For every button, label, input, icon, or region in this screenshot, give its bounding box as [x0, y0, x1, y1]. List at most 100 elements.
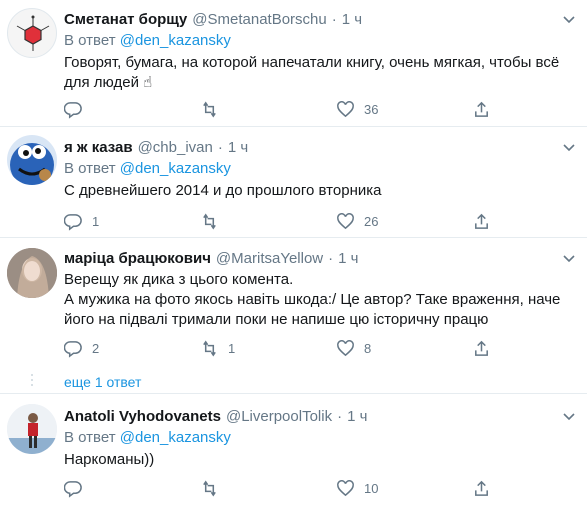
tweet-actions: 10 [64, 478, 504, 498]
user-handle[interactable]: @SmetanatBorschu [192, 11, 326, 28]
tweet-text-line: його на підвалі тримали поки не напише ц… [64, 311, 489, 328]
avatar[interactable] [7, 8, 57, 58]
retweet-button[interactable]: 1 [200, 338, 235, 358]
show-more-replies[interactable]: еще 1 ответ [0, 372, 587, 394]
tweet-header: Сметанат борщу @SmetanatBorschu · 1 ч [64, 9, 577, 29]
tweet-text-line: А мужика на фото якось навіть шкода:/ Це… [64, 291, 561, 308]
timestamp[interactable]: 1 ч [338, 250, 358, 267]
chevron-down-icon[interactable] [561, 408, 577, 424]
heart-icon [337, 339, 354, 356]
reply-icon [64, 213, 82, 231]
retweet-icon [203, 339, 216, 357]
like-count: 36 [364, 101, 379, 117]
tweet-actions: 2 1 8 [64, 338, 504, 358]
mention-link[interactable]: @den_kazansky [120, 160, 231, 177]
like-button[interactable]: 8 [336, 338, 371, 358]
timestamp[interactable]: 1 ч [342, 11, 362, 28]
share-icon [475, 101, 488, 117]
like-button[interactable]: 10 [336, 478, 378, 498]
share-button[interactable] [472, 211, 491, 231]
user-handle[interactable]: @LiverpoolTolik [226, 408, 332, 425]
separator: · [328, 249, 334, 267]
tweet[interactable]: я ж казав @chb_ivan · 1 ч В ответ @den_k… [0, 127, 587, 238]
avatar[interactable] [7, 135, 57, 185]
reply-button[interactable]: 1 [64, 211, 99, 231]
timestamp[interactable]: 1 ч [347, 408, 367, 425]
tweet-actions: 36 [64, 99, 504, 119]
user-handle[interactable]: @chb_ivan [138, 139, 213, 156]
reply-button[interactable] [64, 478, 92, 498]
user-photo-avatar-icon [7, 404, 57, 454]
retweet-icon [203, 100, 216, 118]
separator: · [217, 138, 223, 156]
reply-context: В ответ @den_kazansky [64, 428, 577, 448]
tweet-text: Говорят, бумага, на которой напечатали к… [64, 53, 577, 93]
tweet-text-line: Говорят, бумага, на которой напечатали к… [64, 54, 560, 71]
display-name[interactable]: Сметанат борщу [64, 11, 187, 28]
molecule-logo-icon [16, 15, 50, 51]
reply-count: 2 [92, 340, 100, 356]
tweet-text-line: Наркоманы)) [64, 451, 155, 468]
display-name[interactable]: Anatoli Vyhodovanets [64, 408, 221, 425]
reply-icon [64, 340, 82, 358]
share-icon [475, 213, 488, 229]
like-count: 10 [364, 480, 379, 496]
tweet-text-line: Верещу як дика з цього комента. [64, 271, 294, 288]
tweet-text: Верещу як дика з цього комента. А мужика… [64, 270, 577, 330]
tweet[interactable]: Anatoli Vyhodovanets @LiverpoolTolik · 1… [0, 394, 587, 511]
separator: · [331, 10, 337, 28]
like-count: 26 [364, 213, 379, 229]
cookie-monster-avatar-icon [10, 143, 54, 185]
share-button[interactable] [472, 99, 491, 119]
chevron-down-icon[interactable] [561, 250, 577, 266]
chevron-down-icon[interactable] [561, 11, 577, 27]
thread-dots [30, 374, 34, 389]
retweet-icon [203, 479, 216, 497]
reply-context: В ответ @den_kazansky [64, 159, 577, 179]
chevron-down-icon[interactable] [561, 139, 577, 155]
mention-link[interactable]: @den_kazansky [120, 429, 231, 446]
reply-icon [64, 101, 82, 119]
tweet-text: Наркоманы)) [64, 450, 577, 470]
tweet[interactable]: маріца брацюкович @MaritsaYellow · 1 ч В… [0, 238, 587, 372]
user-handle[interactable]: @MaritsaYellow [216, 250, 323, 267]
show-more-link[interactable]: еще 1 ответ [64, 374, 141, 390]
like-button[interactable]: 26 [336, 211, 378, 231]
retweet-button[interactable] [200, 211, 228, 231]
share-icon [475, 340, 488, 356]
heart-icon [337, 212, 354, 229]
tweet-header: Anatoli Vyhodovanets @LiverpoolTolik · 1… [64, 406, 577, 426]
avatar[interactable] [7, 404, 57, 454]
avatar[interactable] [7, 248, 57, 298]
heart-icon [337, 100, 354, 117]
tweet-text: С древнейшего 2014 и до прошлого вторник… [64, 181, 577, 201]
tweet-actions: 1 26 [64, 211, 504, 231]
reply-context: В ответ @den_kazansky [64, 31, 577, 51]
retweet-icon [203, 212, 216, 230]
retweet-button[interactable] [200, 478, 228, 498]
reply-prefix: В ответ [64, 429, 116, 446]
share-button[interactable] [472, 338, 491, 358]
timestamp[interactable]: 1 ч [228, 139, 248, 156]
tweet-text-line: С древнейшего 2014 и до прошлого вторник… [64, 182, 382, 199]
tweet[interactable]: Сметанат борщу @SmetanatBorschu · 1 ч В … [0, 0, 587, 127]
retweet-count: 1 [228, 340, 236, 356]
like-count: 8 [364, 340, 372, 356]
reply-button[interactable]: 2 [64, 338, 99, 358]
reply-count: 1 [92, 213, 100, 229]
reply-prefix: В ответ [64, 32, 116, 49]
retweet-button[interactable] [200, 99, 228, 119]
tweet-header: я ж казав @chb_ivan · 1 ч [64, 137, 577, 157]
mention-link[interactable]: @den_kazansky [120, 32, 231, 49]
heart-icon [337, 479, 354, 496]
reply-prefix: В ответ [64, 160, 116, 177]
display-name[interactable]: маріца брацюкович [64, 250, 211, 267]
user-photo-avatar-icon [7, 248, 57, 298]
display-name[interactable]: я ж казав [64, 139, 133, 156]
reply-button[interactable] [64, 99, 92, 119]
separator: · [337, 407, 343, 425]
tweet-text-line: для людей ☝ [64, 74, 153, 91]
share-button[interactable] [472, 478, 491, 498]
like-button[interactable]: 36 [336, 99, 378, 119]
reply-icon [64, 480, 82, 498]
